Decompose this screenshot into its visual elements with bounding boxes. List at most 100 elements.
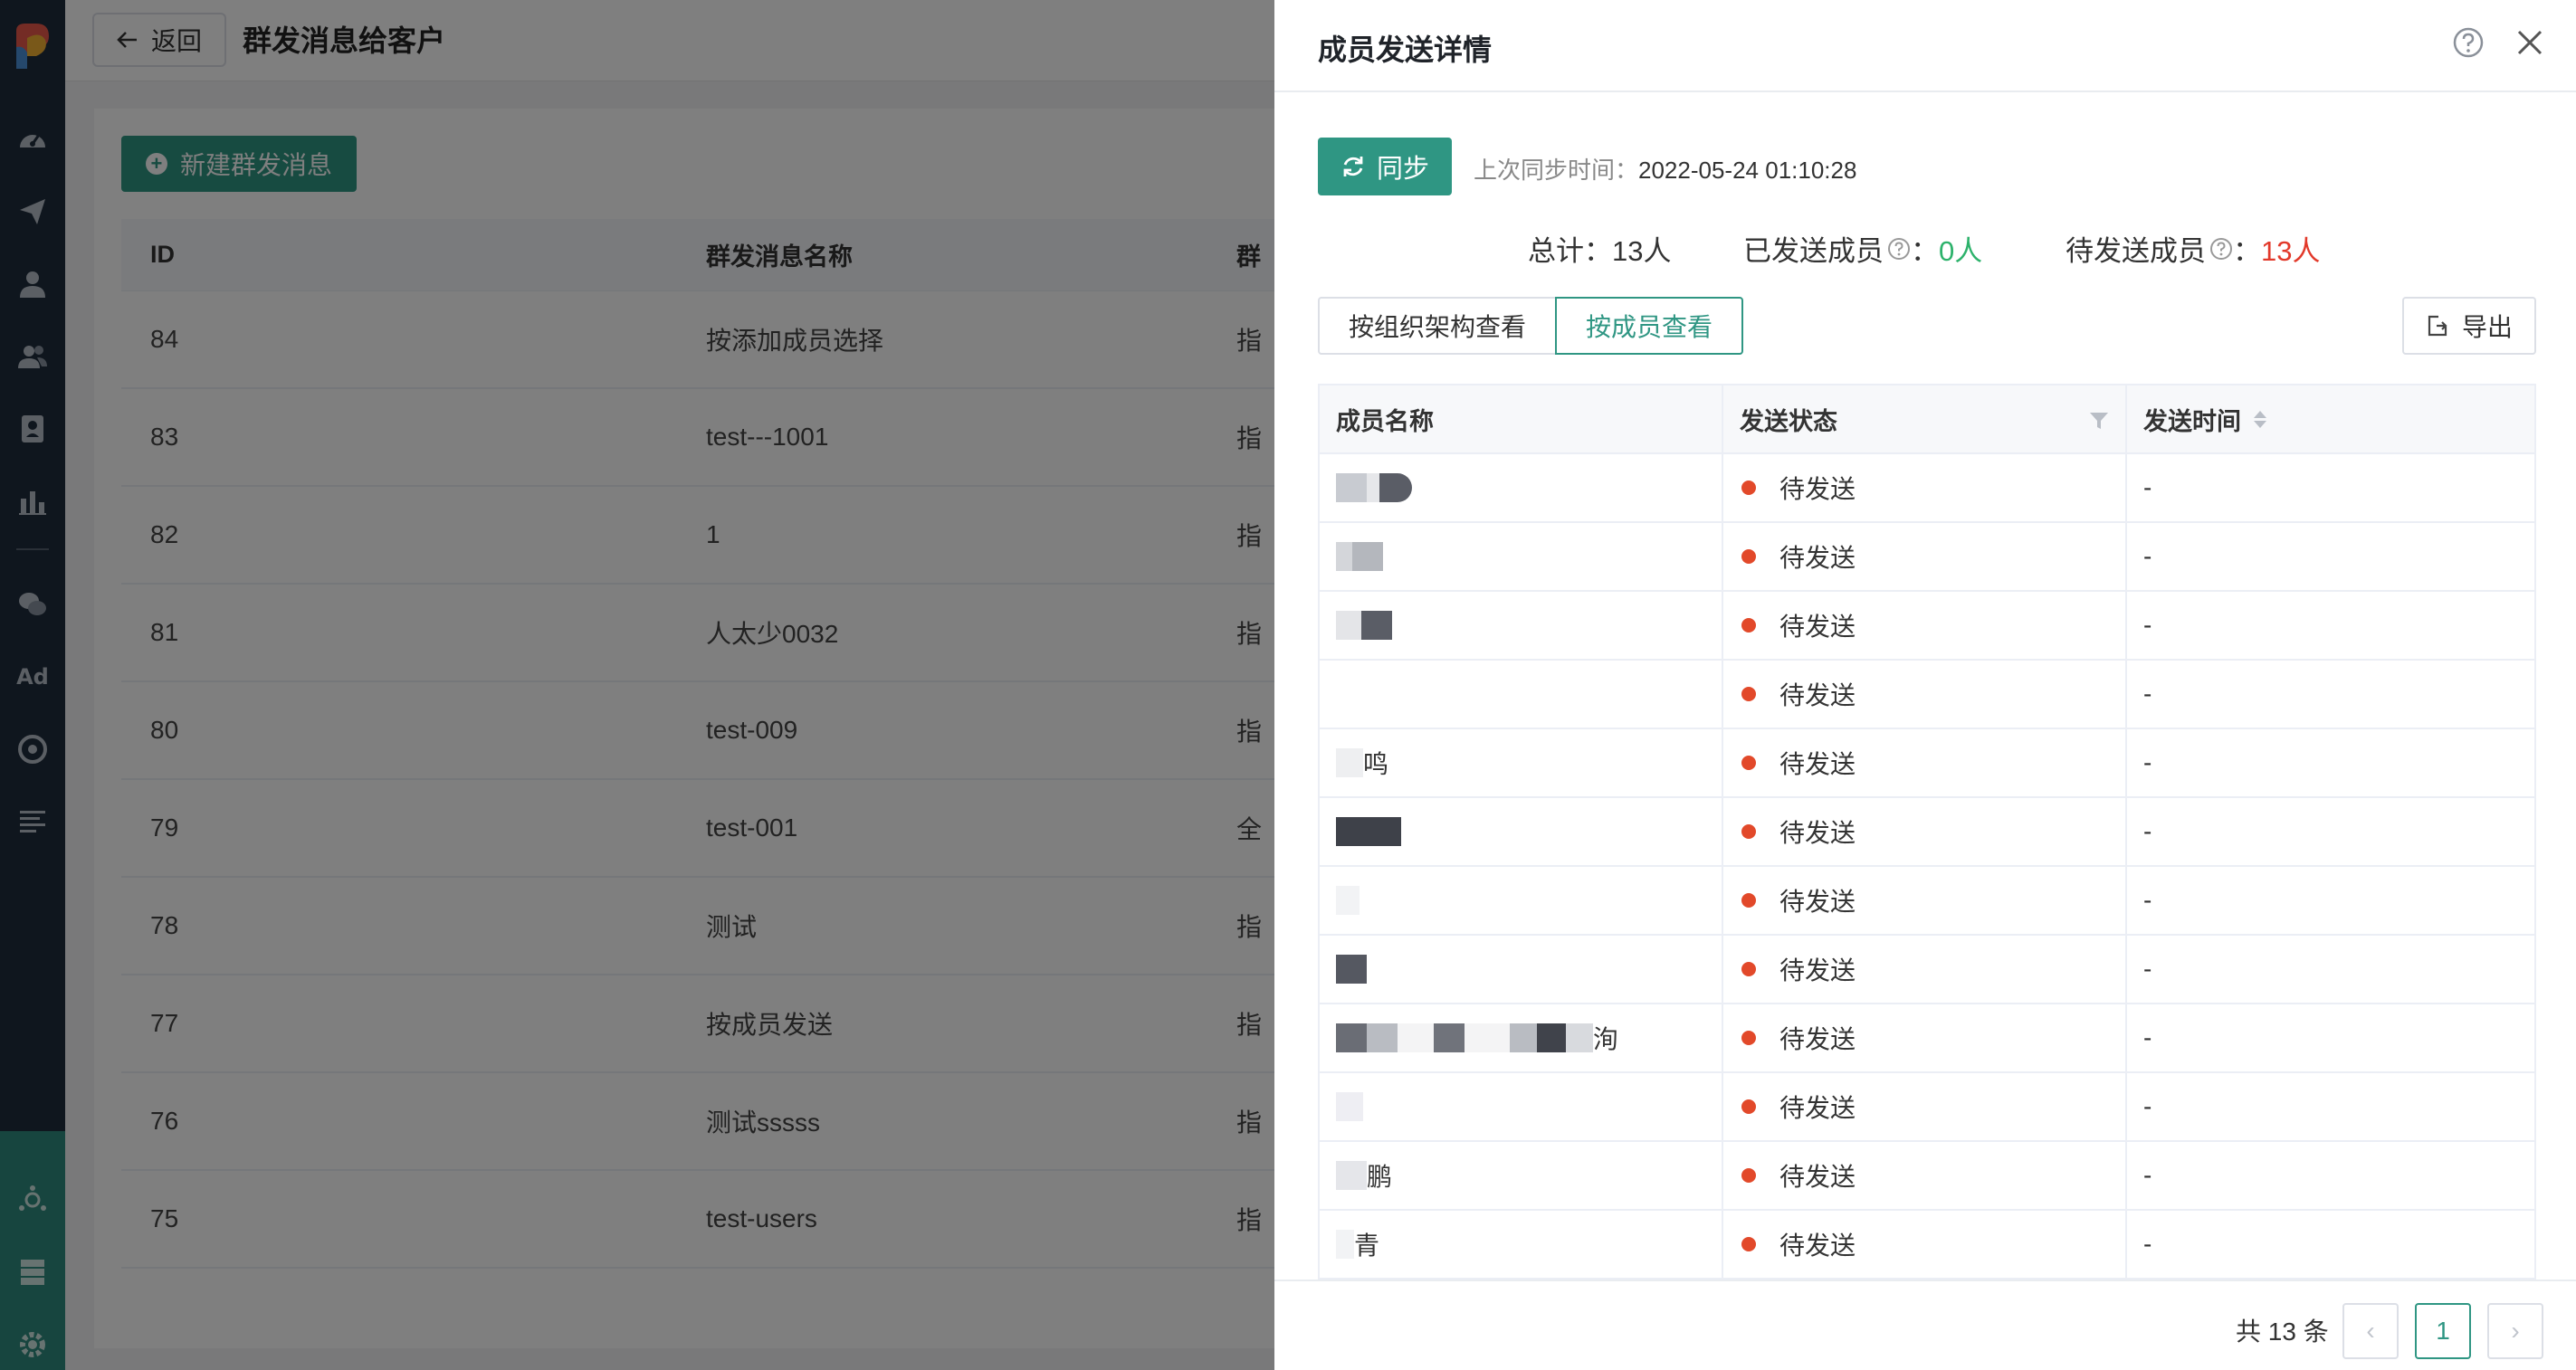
send-status-cell: 待发送 [1723,867,2127,934]
drawer-footer: 共 13 条 ‹ 1 › [1274,1280,2576,1370]
filter-icon[interactable] [2089,411,2109,431]
member-name: 鹏 [1367,1163,1393,1191]
status-dot [1741,480,1756,495]
stat-pending-label: 待发送成员 [2066,235,2206,267]
redaction-block [1336,886,1360,915]
export-icon [2428,315,2447,337]
send-status-cell: 待发送 [1723,454,2127,521]
sync-time-label: 上次同步时间： [1474,157,1639,184]
member-name-cell [1320,936,1723,1003]
status-dot [1741,1168,1756,1183]
member-name: 洵 [1593,1025,1619,1053]
status-dot [1741,893,1756,908]
redacted-name [1336,1089,1363,1125]
send-status-cell: 待发送 [1723,1073,2127,1140]
redaction-block [1398,1023,1434,1052]
member-row: 待发送 - [1320,592,2534,661]
col-header-send-time[interactable]: 发送时间 [2127,385,2534,452]
member-row: 待发送 - [1320,661,2534,729]
send-status: 待发送 [1779,544,1856,572]
stat-total-value: 13人 [1612,235,1672,267]
stat-sent-value: 0人 [1939,235,1983,267]
redacted-name [1336,538,1383,575]
col-header-member-name: 成员名称 [1320,385,1723,452]
redacted-name [1336,470,1412,506]
tab-by-member[interactable]: 按成员查看 [1555,297,1743,355]
redaction-block [1465,1023,1510,1052]
redaction-block [1361,611,1392,640]
stat-sent-colon: ： [1911,235,1939,267]
send-status: 待发送 [1779,888,1856,916]
question-circle-icon[interactable] [2209,237,2233,261]
redaction-block [1336,542,1352,571]
stat-total-label: 总计： [1528,235,1612,267]
status-dot [1741,549,1756,564]
send-status-cell: 待发送 [1723,661,2127,728]
next-page-button[interactable]: › [2487,1303,2543,1359]
send-status: 待发送 [1779,956,1856,985]
send-time-cell: - [2143,1161,2152,1189]
send-status-cell: 待发送 [1723,523,2127,590]
member-name-cell [1320,454,1723,521]
member-name-cell: 鸣 [1320,729,1723,796]
redaction-block [1367,473,1379,502]
member-row: 待发送 - [1320,454,2534,523]
status-dot [1741,756,1756,770]
member-send-detail-drawer: 成员发送详情 同步 上次同步时间：2022-05-24 01:10:28 总计：… [1274,0,2576,1370]
sync-button[interactable]: 同步 [1318,138,1452,195]
col-header-send-time-label: 发送时间 [2143,407,2241,435]
export-button[interactable]: 导出 [2402,297,2536,355]
member-name-cell: 青 [1320,1211,1723,1278]
member-name-cell [1320,798,1723,865]
send-time-cell: - [2143,680,2152,708]
tab-by-org[interactable]: 按组织架构查看 [1318,297,1557,355]
member-name: 鸣 [1363,750,1389,778]
drawer-header: 成员发送详情 [1274,0,2576,92]
send-status: 待发送 [1779,475,1856,503]
member-row: 待发送 - [1320,798,2534,867]
redaction-block [1336,955,1367,984]
send-time-cell: - [2143,1230,2152,1258]
member-row: 洵 待发送 - [1320,1004,2534,1073]
status-dot [1741,687,1756,701]
sync-label: 同步 [1376,155,1429,184]
member-name-cell [1320,1073,1723,1140]
question-circle-icon[interactable] [1887,237,1911,261]
sort-icon[interactable] [2254,410,2266,428]
help-icon[interactable] [2453,27,2484,58]
status-dot [1741,1237,1756,1251]
redaction-block [1510,1023,1537,1052]
member-name-cell [1320,661,1723,728]
member-row: 鸣 待发送 - [1320,729,2534,798]
member-table: 成员名称 发送状态 发送时间 待发送 - 待发送 - 待发送 - 待发送 - 鸣待发送 - 待发送 -… [1318,384,2536,1280]
send-status-cell: 待发送 [1723,1142,2127,1209]
send-time-cell: - [2143,1023,2152,1051]
redacted-name: 洵 [1336,1020,1618,1056]
member-row: 待发送 - [1320,867,2534,936]
page-1-button[interactable]: 1 [2415,1303,2471,1359]
redaction-block [1379,473,1412,502]
send-status-cell: 待发送 [1723,729,2127,796]
status-dot [1741,1099,1756,1114]
redacted-name: 鸣 [1336,745,1388,781]
redacted-name [1336,813,1401,850]
stat-total: 总计： 13人 [1528,228,1671,269]
prev-page-button[interactable]: ‹ [2342,1303,2399,1359]
redaction-block [1336,611,1361,640]
send-time-cell: - [2143,748,2152,776]
send-status: 待发送 [1779,819,1856,847]
send-status: 待发送 [1779,1094,1856,1122]
member-name: 青 [1354,1232,1380,1260]
send-time-cell: - [2143,817,2152,845]
export-label: 导出 [2461,313,2513,341]
member-name-cell: 洵 [1320,1004,1723,1071]
send-time-cell: - [2143,473,2152,501]
redacted-name: 鹏 [1336,1157,1392,1194]
send-time-cell: - [2143,886,2152,914]
status-dot [1741,618,1756,633]
send-time-cell: - [2143,542,2152,570]
redaction-block [1336,817,1401,846]
close-icon[interactable] [2514,27,2545,58]
refresh-icon [1343,157,1363,176]
redacted-name [1336,607,1392,643]
